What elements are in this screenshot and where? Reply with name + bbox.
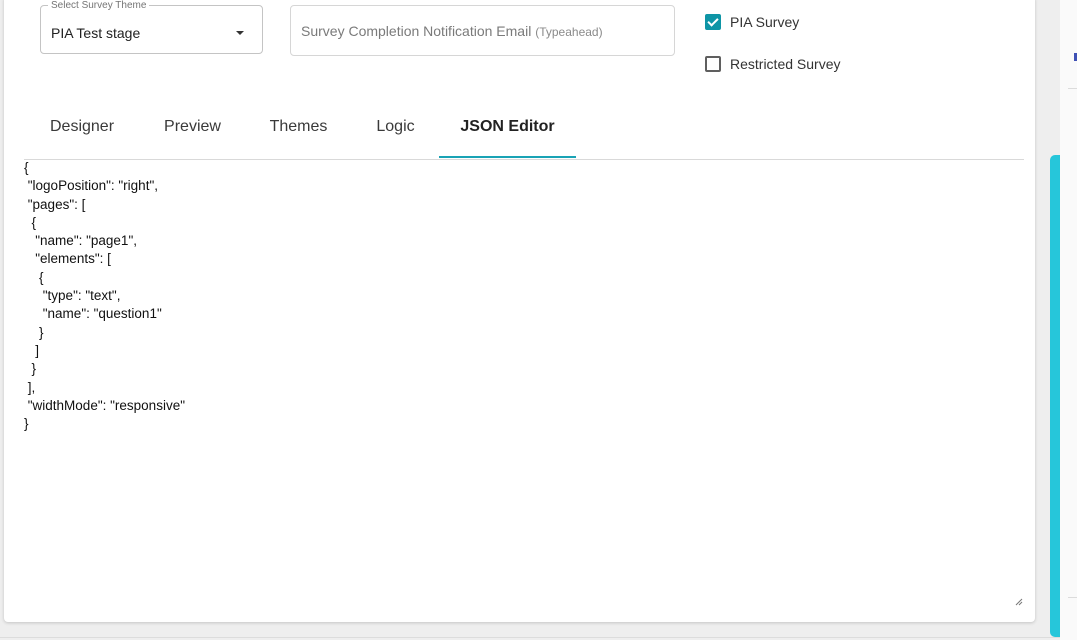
survey-theme-select[interactable]: Select Survey Theme PIA Test stage [40, 0, 263, 54]
tab-designer[interactable]: Designer [24, 101, 140, 158]
pia-survey-label: PIA Survey [730, 14, 800, 30]
right-divider-top [1068, 88, 1077, 89]
scrollbar-thumb[interactable] [1050, 155, 1060, 637]
survey-theme-value: PIA Test stage [51, 25, 141, 41]
tab-logic[interactable]: Logic [352, 101, 439, 158]
json-editor-textarea[interactable]: { "logoPosition": "right", "pages": [ { … [24, 158, 1024, 609]
pia-survey-option[interactable]: PIA Survey [705, 14, 799, 30]
bottom-divider [0, 637, 1060, 638]
right-divider-bottom [1068, 597, 1077, 598]
notification-email-placeholder: Survey Completion Notification Email (Ty… [301, 23, 603, 39]
chevron-down-icon[interactable] [236, 31, 244, 35]
tab-themes[interactable]: Themes [245, 101, 352, 158]
restricted-survey-checkbox[interactable] [705, 56, 721, 72]
tab-json-editor[interactable]: JSON Editor [439, 101, 576, 158]
right-panel-edge [1060, 0, 1077, 640]
pia-survey-checkbox[interactable] [705, 14, 721, 30]
tab-preview[interactable]: Preview [140, 101, 245, 158]
survey-theme-label: Select Survey Theme [48, 0, 150, 12]
survey-settings-card: Select Survey Theme PIA Test stage Surve… [4, 0, 1035, 622]
restricted-survey-option[interactable]: Restricted Survey [705, 56, 840, 72]
restricted-survey-label: Restricted Survey [730, 56, 841, 72]
editor-tabs: Designer Preview Themes Logic JSON Edito… [24, 101, 1024, 160]
notification-email-placeholder-text: Survey Completion Notification Email [301, 23, 532, 39]
resize-handle-icon[interactable] [1014, 597, 1023, 606]
notification-email-input[interactable]: Survey Completion Notification Email (Ty… [290, 5, 675, 56]
typeahead-hint: (Typeahead) [535, 25, 603, 39]
